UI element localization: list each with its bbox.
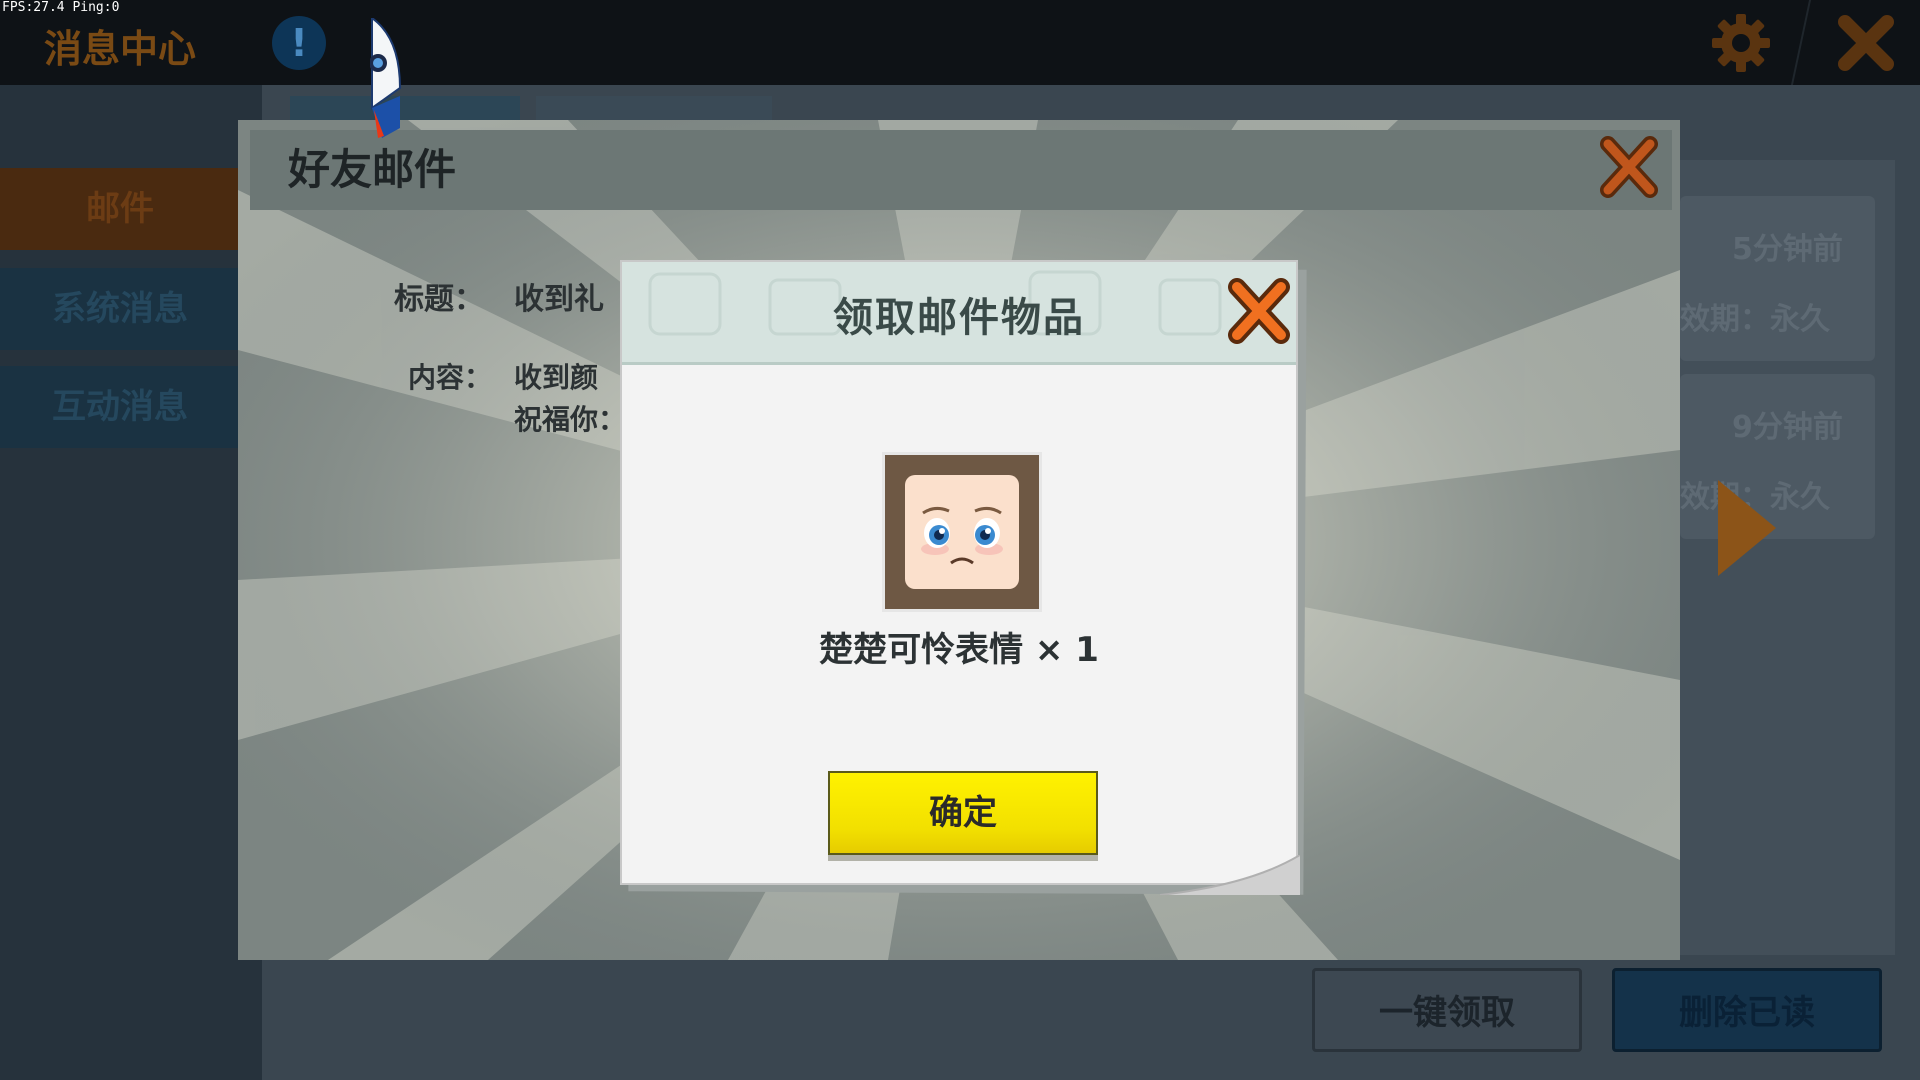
next-page-arrow-icon[interactable] bbox=[1718, 480, 1776, 576]
gear-icon[interactable] bbox=[1708, 10, 1774, 76]
confirm-button[interactable]: 确定 bbox=[828, 771, 1098, 855]
sidebar-item-interaction-messages[interactable]: 互动消息 bbox=[0, 366, 240, 448]
close-icon[interactable] bbox=[1600, 136, 1658, 198]
friend-mail-header bbox=[250, 130, 1672, 210]
fps-readout: FPS:27.4 Ping:0 bbox=[2, 0, 120, 15]
pitiful-face-icon bbox=[905, 475, 1019, 589]
page-title: 消息中心 bbox=[44, 27, 197, 71]
friend-mail-title: 好友邮件 bbox=[288, 145, 457, 194]
subject-value: 收到礼 bbox=[514, 282, 604, 317]
sidebar-item-system-messages[interactable]: 系统消息 bbox=[0, 268, 240, 350]
dialog-title: 领取邮件物品 bbox=[833, 295, 1085, 341]
reward-item-slot bbox=[882, 452, 1042, 612]
content-line: 收到颜 bbox=[514, 361, 599, 394]
content-line: 祝福你： bbox=[514, 403, 627, 436]
close-icon[interactable] bbox=[1228, 278, 1290, 344]
mail-time: 5分钟前 bbox=[1732, 232, 1843, 267]
mail-time: 9分钟前 bbox=[1732, 410, 1843, 445]
tab-friend-mail[interactable] bbox=[536, 96, 772, 122]
info-icon[interactable]: ! bbox=[272, 16, 326, 70]
delete-read-button[interactable]: 删除已读 bbox=[1612, 968, 1882, 1052]
reward-item-name: 楚楚可怜表情 × 1 bbox=[819, 630, 1099, 670]
close-icon[interactable] bbox=[1835, 12, 1897, 74]
sidebar-item-mail[interactable]: 邮件 bbox=[0, 168, 240, 250]
subject-label: 标题： bbox=[394, 282, 484, 317]
mail-card[interactable]: 5分钟前 有效期：永久 bbox=[1650, 196, 1875, 361]
rocket-icon bbox=[370, 18, 402, 138]
page-curl bbox=[1160, 855, 1300, 895]
content-label: 内容： bbox=[408, 361, 493, 394]
mail-card[interactable]: 9分钟前 有效期：永久 bbox=[1650, 374, 1875, 539]
claim-all-button[interactable]: 一键领取 bbox=[1312, 968, 1582, 1052]
